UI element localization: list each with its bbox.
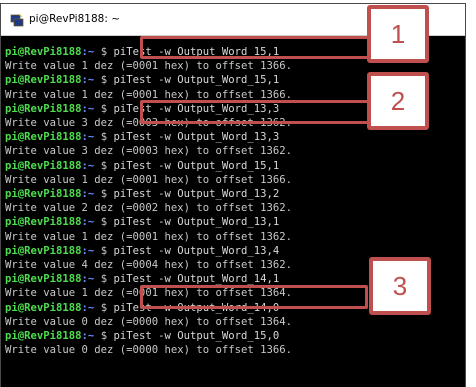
output-text: Write value 2 dez (=0002 hex) to offset … bbox=[5, 202, 293, 215]
prompt-user-host: pi@RevPi8188 bbox=[5, 216, 82, 229]
annotation-label-1: 1 bbox=[390, 18, 406, 49]
prompt-symbol: $ bbox=[94, 330, 114, 342]
prompt-symbol: $ bbox=[94, 159, 114, 172]
prompt-path: :~ bbox=[81, 131, 95, 144]
terminal-output-line: Write value 0 dez (=0000 hex) to offset … bbox=[5, 343, 292, 357]
annotation-number-3: 3 bbox=[369, 257, 431, 315]
prompt-symbol: $ bbox=[94, 102, 114, 115]
command-text: piTest -w Output_Word_15,1 bbox=[113, 74, 280, 87]
annotation-label-2: 2 bbox=[390, 85, 406, 116]
prompt-symbol: $ bbox=[94, 216, 114, 229]
highlight-box-1 bbox=[140, 36, 370, 59]
prompt-path: :~ bbox=[81, 301, 95, 314]
prompt-path: :~ bbox=[81, 330, 95, 342]
prompt-symbol: $ bbox=[94, 46, 114, 58]
command-text: piTest -w Output_Word_13,4 bbox=[113, 244, 280, 257]
output-text: Write value 1 dez (=0001 hex) to offset … bbox=[5, 88, 293, 101]
prompt-user-host: pi@RevPi8188 bbox=[5, 131, 82, 144]
prompt-path: :~ bbox=[81, 159, 95, 172]
output-text: Write value 4 dez (=0004 hex) to offset … bbox=[5, 259, 293, 271]
terminal-prompt-line: pi@RevPi8188:~ $ piTest -w Output_Word_1… bbox=[5, 130, 279, 144]
command-text: piTest -w Output_Word_13,2 bbox=[113, 188, 280, 200]
terminal-output-line: Write value 1 dez (=0001 hex) to offset … bbox=[5, 173, 292, 187]
command-text: piTest -w Output_Word_15,0 bbox=[113, 330, 280, 342]
output-text: Write value 3 dez (=0003 hex) to offset … bbox=[5, 145, 293, 158]
terminal-prompt-line: pi@RevPi8188:~ $ piTest -w Output_Word_1… bbox=[5, 73, 279, 87]
output-text: Write value 0 dez (=0000 hex) to offset … bbox=[5, 315, 293, 328]
terminal-prompt-line: pi@RevPi8188:~ $ piTest -w Output_Word_1… bbox=[5, 244, 279, 258]
terminal-output-line: Write value 1 dez (=0001 hex) to offset … bbox=[5, 230, 292, 244]
command-text: piTest -w Output_Word_14,1 bbox=[113, 273, 280, 286]
terminal-output-line: Write value 1 dez (=0001 hex) to offset … bbox=[5, 59, 292, 73]
prompt-path: :~ bbox=[81, 46, 95, 58]
prompt-user-host: pi@RevPi8188 bbox=[5, 330, 82, 342]
prompt-symbol: $ bbox=[94, 131, 114, 144]
output-text: Write value 0 dez (=0000 hex) to offset … bbox=[5, 344, 293, 357]
annotation-number-2: 2 bbox=[367, 72, 429, 130]
terminal-output-line: Write value 2 dez (=0002 hex) to offset … bbox=[5, 201, 292, 215]
prompt-user-host: pi@RevPi8188 bbox=[5, 102, 82, 115]
terminal-prompt-line: pi@RevPi8188:~ $ piTest -w Output_Word_1… bbox=[5, 215, 279, 229]
prompt-user-host: pi@RevPi8188 bbox=[5, 159, 82, 172]
prompt-symbol: $ bbox=[94, 188, 114, 200]
prompt-user-host: pi@RevPi8188 bbox=[5, 74, 82, 87]
window-title: pi@RevPi8188: ~ bbox=[29, 13, 120, 25]
prompt-path: :~ bbox=[81, 273, 95, 286]
highlight-box-3 bbox=[140, 285, 368, 309]
prompt-symbol: $ bbox=[94, 74, 114, 87]
prompt-user-host: pi@RevPi8188 bbox=[5, 273, 82, 286]
prompt-user-host: pi@RevPi8188 bbox=[5, 244, 82, 257]
prompt-path: :~ bbox=[81, 102, 95, 115]
terminal-prompt-line: pi@RevPi8188:~ $ piTest -w Output_Word_1… bbox=[5, 187, 279, 201]
prompt-path: :~ bbox=[81, 74, 95, 87]
terminal-prompt-line: pi@RevPi8188:~ $ piTest -w Output_Word_1… bbox=[5, 159, 279, 173]
prompt-path: :~ bbox=[81, 216, 95, 229]
terminal-output-line: Write value 0 dez (=0000 hex) to offset … bbox=[5, 315, 292, 329]
command-text: piTest -w Output_Word_13,1 bbox=[113, 216, 280, 229]
prompt-user-host: pi@RevPi8188 bbox=[5, 301, 82, 314]
screenshot-stage: bi pi@RevPi8188: ~ pi@RevPi8188:~ $ piTe… bbox=[0, 0, 476, 387]
command-text: piTest -w Output_Word_15,1 bbox=[113, 159, 280, 172]
terminal-prompt-line: pi@RevPi8188:~ $ piTest -w Output_Word_1… bbox=[5, 329, 279, 343]
command-text: piTest -w Output_Word_13,3 bbox=[113, 131, 280, 144]
prompt-user-host: pi@RevPi8188 bbox=[5, 188, 82, 200]
prompt-symbol: $ bbox=[94, 273, 114, 286]
prompt-path: :~ bbox=[81, 244, 95, 257]
highlight-box-2 bbox=[140, 100, 370, 124]
prompt-symbol: $ bbox=[94, 301, 114, 314]
prompt-symbol: $ bbox=[94, 244, 114, 257]
annotation-number-1: 1 bbox=[367, 5, 429, 63]
terminal-output-line: Write value 3 dez (=0003 hex) to offset … bbox=[5, 144, 292, 158]
prompt-path: :~ bbox=[81, 188, 95, 200]
output-text: Write value 1 dez (=0001 hex) to offset … bbox=[5, 173, 293, 186]
output-text: Write value 1 dez (=0001 hex) to offset … bbox=[5, 230, 293, 243]
putty-terminal-icon bbox=[10, 13, 24, 27]
terminal-output-line: Write value 4 dez (=0004 hex) to offset … bbox=[5, 258, 292, 272]
prompt-user-host: pi@RevPi8188 bbox=[5, 46, 82, 58]
annotation-label-3: 3 bbox=[392, 270, 408, 301]
output-text: Write value 1 dez (=0001 hex) to offset … bbox=[5, 60, 293, 73]
